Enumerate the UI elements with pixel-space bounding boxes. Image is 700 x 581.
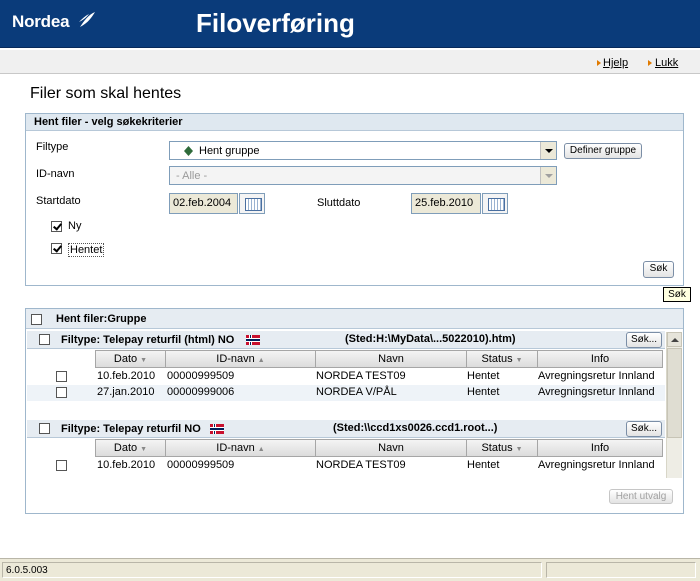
calendar-icon[interactable] — [482, 193, 508, 214]
cell-date: 27.jan.2010 — [97, 386, 155, 398]
table-row[interactable]: 10.feb.2010 00000999509 NORDEA TEST09 He… — [27, 369, 665, 385]
fetch-selection-button[interactable]: Hent utvalg — [609, 489, 673, 504]
row-checkbox[interactable] — [56, 387, 67, 398]
id-select[interactable]: - Alle - — [169, 166, 557, 185]
help-link[interactable]: Hjelp — [603, 57, 628, 69]
norway-flag-icon — [246, 335, 260, 345]
nordea-logo: Nordea — [12, 12, 70, 31]
cell-info: Avregningsretur Innland — [538, 386, 655, 398]
table-row[interactable]: 27.jan.2010 00000999006 NORDEA V/PÅL Hen… — [27, 385, 665, 401]
search-criteria-panel: Hent filer - velg søkekriterier Filtype … — [25, 113, 684, 286]
group-icon — [184, 146, 193, 156]
table-row[interactable]: 10.feb.2010 00000999509 NORDEA TEST09 He… — [27, 458, 665, 478]
cell-id: 00000999509 — [167, 459, 235, 471]
end-date-label: Sluttdato — [317, 197, 361, 209]
norway-flag-icon — [210, 424, 224, 434]
select-all-checkbox[interactable] — [31, 314, 42, 325]
cell-status: Hentet — [467, 370, 500, 382]
column-header-info[interactable]: Info — [537, 439, 663, 457]
row-checkbox[interactable] — [56, 460, 67, 471]
filetype-select[interactable]: Hent gruppe — [169, 141, 557, 160]
start-date-field[interactable]: 02.feb.2004 — [169, 193, 238, 214]
results-scrollbar[interactable] — [666, 332, 682, 478]
group-header: Filtype: Telepay returfil NO (Sted:\\ccd… — [27, 420, 665, 438]
row-checkbox[interactable] — [56, 371, 67, 382]
new-checkbox[interactable] — [51, 221, 62, 232]
app-header: Nordea Filoverføring — [0, 0, 700, 48]
arrow-right-icon — [648, 60, 652, 66]
column-header-name[interactable]: Navn — [315, 350, 467, 368]
sort-icon: ▼ — [140, 446, 148, 453]
group-location: (Sted:\\ccd1xs0026.ccd1.root...) — [333, 422, 498, 434]
cell-id: 00000999509 — [167, 370, 235, 382]
filetype-value: Hent gruppe — [199, 145, 260, 157]
group-header: Filtype: Telepay returfil (html) NO (Ste… — [27, 331, 665, 349]
status-bar: 6.0.5.003 — [0, 558, 700, 581]
fetched-label: Hentet — [68, 243, 105, 257]
cell-name: NORDEA V/PÅL — [316, 386, 397, 398]
page-title: Filer som skal hentes — [30, 85, 182, 102]
search-button[interactable]: Søk — [643, 261, 674, 278]
close-link[interactable]: Lukk — [655, 57, 678, 69]
group-checkbox[interactable] — [39, 423, 50, 434]
end-date-field[interactable]: 25.feb.2010 — [411, 193, 481, 214]
calendar-icon[interactable] — [239, 193, 265, 214]
group-checkbox[interactable] — [39, 334, 50, 345]
sort-icon: ▼ — [140, 357, 148, 364]
scroll-up-icon[interactable] — [667, 332, 682, 347]
define-group-button[interactable]: Definer gruppe — [564, 143, 642, 159]
sort-icon: ▲ — [257, 357, 265, 364]
column-header-id[interactable]: ID-navn ▲ — [165, 350, 316, 368]
column-header-name[interactable]: Navn — [315, 439, 467, 457]
scroll-thumb[interactable] — [667, 348, 682, 438]
group-title: Filtype: Telepay returfil (html) NO — [61, 334, 235, 346]
column-header-date[interactable]: Dato ▼ — [95, 350, 166, 368]
id-value: - Alle - — [176, 170, 208, 182]
column-header-date[interactable]: Dato ▼ — [95, 439, 166, 457]
start-date-label: Startdato — [36, 195, 81, 207]
group-search-button[interactable]: Søk... — [626, 332, 662, 348]
cell-status: Hentet — [467, 459, 500, 471]
new-label: Ny — [68, 220, 82, 232]
cell-info: Avregningsretur Innland — [538, 459, 655, 471]
results-heading-bar: Hent filer:Gruppe — [26, 309, 683, 329]
app-title: Filoverføring — [196, 8, 355, 38]
cell-name: NORDEA TEST09 — [316, 459, 406, 471]
sort-icon: ▼ — [515, 357, 523, 364]
cell-status: Hentet — [467, 386, 500, 398]
cell-date: 10.feb.2010 — [97, 459, 156, 471]
cell-name: NORDEA TEST09 — [316, 370, 406, 382]
arrow-right-icon — [597, 60, 601, 66]
dropdown-arrow-icon[interactable] — [540, 142, 556, 159]
results-heading: Hent filer:Gruppe — [56, 313, 147, 325]
column-header-status[interactable]: Status ▼ — [466, 350, 538, 368]
sort-icon: ▲ — [257, 446, 265, 453]
filetype-label: Filtype — [36, 141, 69, 153]
sort-icon: ▼ — [515, 446, 523, 453]
group-title: Filtype: Telepay returfil NO — [61, 423, 201, 435]
cell-id: 00000999006 — [167, 386, 235, 398]
search-tooltip: Søk — [663, 287, 691, 302]
version-text: 6.0.5.003 — [2, 562, 542, 578]
id-label: ID-navn — [36, 168, 75, 180]
status-pane — [546, 562, 696, 578]
cell-info: Avregningsretur Innland — [538, 370, 655, 382]
column-header-id[interactable]: ID-navn ▲ — [165, 439, 316, 457]
column-header-info[interactable]: Info — [537, 350, 663, 368]
cell-date: 10.feb.2010 — [97, 370, 156, 382]
group-location: (Sted:H:\MyData\...5022010).htm) — [345, 333, 516, 345]
dropdown-arrow-icon[interactable] — [540, 167, 556, 184]
nordea-sail-icon — [79, 12, 95, 27]
criteria-heading: Hent filer - velg søkekriterier — [26, 114, 683, 131]
fetched-checkbox[interactable] — [51, 243, 62, 254]
column-header-status[interactable]: Status ▼ — [466, 439, 538, 457]
group-search-button[interactable]: Søk... — [626, 421, 662, 437]
link-bar: Hjelp Lukk — [0, 49, 700, 74]
